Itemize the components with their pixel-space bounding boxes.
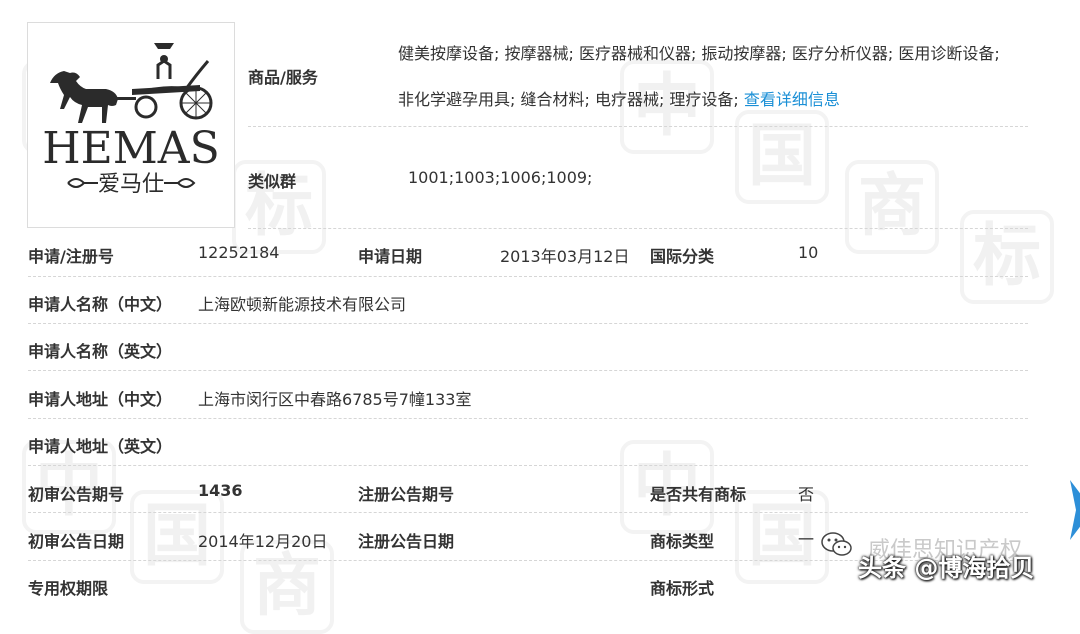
goods-label: 商品/服务 (248, 68, 318, 87)
goods-line-2-text: 非化学避孕用具; 缝合材料; 电疗器械; 理疗设备; (398, 90, 739, 109)
prelim-no-value: 1436 (198, 481, 243, 500)
prelim-date-label: 初审公告日期 (28, 532, 125, 551)
similar-group-label: 类似群 (248, 172, 297, 191)
separator (248, 126, 1028, 127)
shared-label: 是否共有商标 (650, 485, 747, 504)
prelim-no-label: 初审公告期号 (28, 485, 125, 504)
brand-cn-text: 爱马仕 (98, 172, 164, 197)
shared-value: 否 (798, 485, 815, 504)
separator (28, 465, 1028, 466)
separator (28, 276, 1028, 277)
prelim-date-value: 2014年12月20日 (198, 532, 328, 551)
brand-en-text: HEMAS (42, 123, 219, 174)
tm-type-value: 一 (798, 530, 815, 549)
watermark-char: 国 (735, 490, 829, 584)
applicant-cn-label: 申请人名称（中文） (28, 295, 173, 314)
address-cn-value: 上海市闵行区中春路6785号7幢133室 (198, 390, 472, 409)
watermark-char: 标 (960, 210, 1054, 304)
address-cn-label: 申请人地址（中文） (28, 390, 173, 409)
view-details-link[interactable]: 查看详细信息 (744, 90, 840, 109)
reg-pub-date-label: 注册公告日期 (358, 532, 455, 551)
horse-carriage-icon: HEMAS 爱马仕 (42, 43, 220, 197)
app-date-label: 申请日期 (358, 247, 423, 266)
tm-form-label: 商标形式 (650, 579, 715, 598)
next-arrow-icon[interactable] (1070, 480, 1080, 540)
intl-class-value: 10 (798, 243, 819, 262)
reg-pub-no-label: 注册公告期号 (358, 485, 455, 504)
separator (28, 512, 1028, 513)
exclusive-period-label: 专用权期限 (28, 579, 109, 598)
goods-line-1: 健美按摩设备; 按摩器械; 医疗器械和仪器; 振动按摩器; 医疗分析仪器; 医用… (398, 44, 1000, 63)
intl-class-label: 国际分类 (650, 247, 715, 266)
reg-no-value: 12252184 (198, 243, 280, 262)
wechat-icon (821, 532, 852, 556)
similar-group-value: 1001;1003;1006;1009; (408, 168, 593, 187)
goods-line-2: 非化学避孕用具; 缝合材料; 电疗器械; 理疗设备; 查看详细信息 (398, 86, 840, 110)
watermark-char: 商 (845, 160, 939, 254)
separator (28, 370, 1028, 371)
separator (248, 228, 1028, 229)
applicant-cn-value: 上海欧顿新能源技术有限公司 (198, 295, 407, 314)
address-en-label: 申请人地址（英文） (28, 437, 173, 456)
separator (28, 418, 1028, 419)
trademark-logo: HEMAS 爱马仕 (27, 22, 235, 228)
applicant-en-label: 申请人名称（英文） (28, 342, 173, 361)
tm-type-label: 商标类型 (650, 532, 715, 551)
watermark-char: 商 (240, 540, 334, 634)
app-date-value: 2013年03月12日 (500, 247, 630, 266)
reg-no-label: 申请/注册号 (28, 247, 114, 266)
watermark-char: 国 (735, 110, 829, 204)
credit-text: 头条 @博海拾贝 (858, 554, 1035, 582)
separator (28, 323, 1028, 324)
